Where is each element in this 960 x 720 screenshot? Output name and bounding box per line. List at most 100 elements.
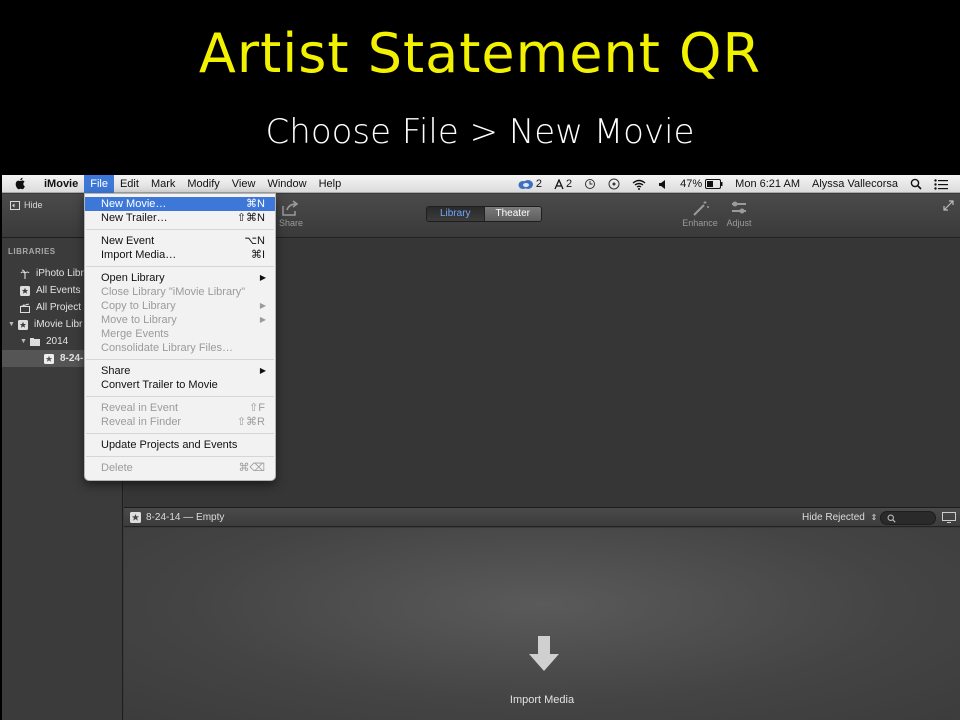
menu-item-label: New Trailer… [101,212,168,224]
view-switcher: Library Theater [426,206,542,222]
shortcut: ⌥N [244,235,265,247]
sidebar-item-label: All Events [36,285,81,296]
menu-item-label: Reveal in Event [101,402,179,414]
status-area: 2 2 47% Mon 6:21 AM Alyssa Vallecorsa [512,175,954,193]
clapperboard-icon [20,303,30,313]
filter-value: Hide Rejected [802,512,865,523]
adjust-button[interactable]: Adjust [724,200,754,228]
browser-search-input[interactable] [880,511,936,525]
menu-bar: iMovie File Edit Mark Modify View Window… [2,175,960,193]
enhance-label: Enhance [682,218,718,228]
disclosure-down-icon[interactable]: ▼ [8,321,18,328]
magic-wand-icon [693,201,709,216]
menu-help[interactable]: Help [313,175,348,193]
search-icon [910,178,922,190]
hide-libraries-button[interactable]: Hide [10,200,43,210]
menu-item-reveal-in-finder: Reveal in Finder ⇧⌘R [85,415,275,429]
menu-item-update-projects[interactable]: Update Projects and Events [85,438,275,452]
sidebar-item-label: iPhoto Libr [36,268,84,279]
menu-item-label: Share [101,365,131,377]
menu-item-merge-events: Merge Events [85,327,275,341]
menu-separator [86,266,274,267]
user-name[interactable]: Alyssa Vallecorsa [806,178,904,190]
shortcut: ⌘I [250,249,265,261]
menu-item-new-trailer[interactable]: New Trailer… ⇧⌘N [85,211,275,225]
tab-theater[interactable]: Theater [483,207,541,221]
wifi-icon [632,179,646,190]
import-arrow-icon[interactable] [528,636,560,672]
wifi-status[interactable] [626,179,652,190]
menu-item-new-event[interactable]: New Event ⌥N [85,234,275,248]
tab-library[interactable]: Library [427,207,484,221]
import-media-button[interactable]: Import Media [124,694,960,706]
volume-icon [659,179,666,189]
filter-select[interactable]: Hide Rejected ⇕ [802,512,877,523]
menu-item-move-to-library: Move to Library ▶ [85,313,275,327]
menu-window[interactable]: Window [261,175,312,193]
menu-item-label: New Movie… [101,198,167,210]
menu-item-label: Open Library [101,272,165,284]
menu-item-label: Merge Events [101,328,169,340]
shortcut: ⇧⌘N [236,212,265,224]
notification-center-button[interactable] [928,178,954,190]
enhance-button[interactable]: Enhance [680,200,720,228]
menu-item-open-library[interactable]: Open Library ▶ [85,271,275,285]
menu-separator [86,456,274,457]
menu-item-delete: Delete ⌘⌫ [85,461,275,475]
menu-edit[interactable]: Edit [114,175,145,193]
submenu-arrow-icon: ▶ [259,273,266,282]
time-machine-status[interactable] [578,178,602,190]
menu-item-copy-to-library: Copy to Library ▶ [85,299,275,313]
menu-view[interactable]: View [226,175,262,193]
sidebar-item-label: All Project [36,302,82,313]
search-icon [887,514,896,523]
event-title: 8-24-14 — Empty [146,512,225,523]
cc-count: 2 [535,178,543,190]
menu-imovie[interactable]: iMovie [38,175,84,193]
time-machine-icon [585,179,596,189]
menu-mark[interactable]: Mark [145,175,181,193]
menu-item-label: Update Projects and Events [101,439,238,451]
sync-icon [608,178,620,190]
spotlight-button[interactable] [904,178,928,190]
menu-item-label: Delete [101,462,133,474]
shortcut: ⇧⌘R [236,416,265,428]
illustrator-status[interactable]: 2 [548,178,578,190]
file-menu-dropdown: New Movie… ⌘N New Trailer… ⇧⌘N New Event ⌥N… [84,193,276,481]
ai-count: 2 [566,178,573,190]
menu-item-import-media[interactable]: Import Media… ⌘I [85,248,275,262]
submenu-arrow-icon: ▶ [259,366,266,375]
menu-item-label: Close Library "iMovie Library" [101,286,246,298]
shortcut: ⌘N [246,198,265,210]
event-browser: Import Media [124,528,960,720]
menu-item-label: Copy to Library [101,300,176,312]
menu-item-new-movie[interactable]: New Movie… ⌘N [85,197,275,211]
battery-percent: 47% [680,178,703,190]
sidebar-item-label: 2014 [46,336,69,347]
disclosure-down-icon[interactable]: ▼ [20,338,30,345]
slide-title: Artist Statement QR [198,22,762,85]
menu-item-reveal-in-event: Reveal in Event ⇧F [85,401,275,415]
battery-status[interactable]: 47% [674,178,729,190]
menu-item-label: Reveal in Finder [101,416,182,428]
stepper-icon: ⇕ [870,513,878,522]
sidebar-item-label: 8-24- [60,353,84,364]
fullscreen-icon[interactable] [943,200,954,211]
folder-icon [30,337,40,346]
menu-file[interactable]: File [84,175,114,193]
menu-item-close-library: Close Library "iMovie Library" [85,285,275,299]
creative-cloud-status[interactable]: 2 [512,178,548,190]
volume-status[interactable] [652,179,674,190]
share-label: Share [278,218,304,228]
sidebar-toggle-icon [10,200,20,210]
apple-icon[interactable] [14,177,26,190]
slide-subtitle: Choose File > New Movie [265,112,695,152]
sync-status[interactable] [602,178,626,190]
menu-item-share[interactable]: Share ▶ [85,364,275,378]
menu-item-convert-trailer[interactable]: Convert Trailer to Movie [85,378,275,392]
clock[interactable]: Mon 6:21 AM [729,178,806,190]
adobe-ai-icon [554,178,564,189]
share-button[interactable]: Share [276,200,306,228]
filmstrip-settings-icon[interactable] [942,512,956,523]
menu-modify[interactable]: Modify [181,175,225,193]
